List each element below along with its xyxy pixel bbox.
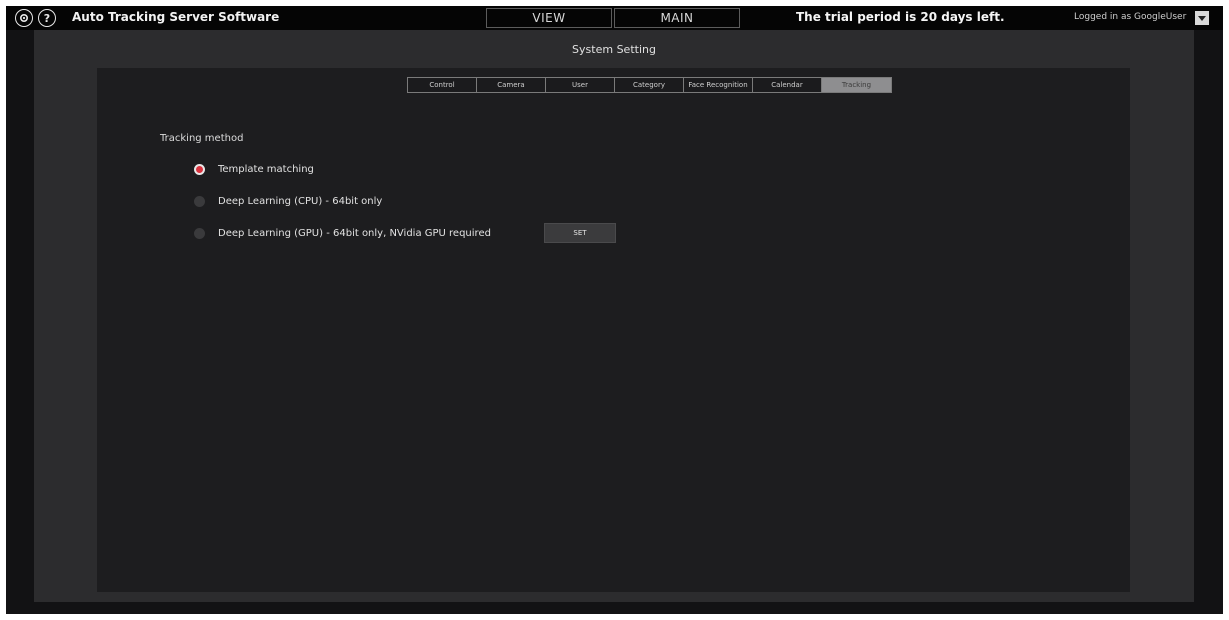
trial-notice: The trial period is 20 days left. bbox=[796, 10, 1005, 24]
user-menu-dropdown[interactable] bbox=[1195, 11, 1209, 25]
page-title: System Setting bbox=[572, 43, 656, 56]
tab-calendar[interactable]: Calendar bbox=[753, 78, 822, 92]
help-glyph: ? bbox=[43, 11, 51, 25]
tab-user[interactable]: User bbox=[546, 78, 615, 92]
chevron-down-icon bbox=[1198, 15, 1206, 21]
tracking-method-label: Tracking method bbox=[160, 133, 244, 144]
set-button[interactable]: SET bbox=[544, 223, 616, 243]
tab-tracking[interactable]: Tracking bbox=[822, 78, 891, 92]
radio-label: Deep Learning (CPU) - 64bit only bbox=[218, 195, 383, 207]
tab-category[interactable]: Category bbox=[615, 78, 684, 92]
gear-icon[interactable] bbox=[15, 9, 33, 27]
radio-label: Deep Learning (GPU) - 64bit only, NVidia… bbox=[218, 227, 491, 239]
radio-deep-learning-cpu[interactable]: Deep Learning (CPU) - 64bit only bbox=[194, 194, 382, 208]
radio-button[interactable] bbox=[194, 195, 205, 207]
tab-main[interactable]: MAIN bbox=[614, 8, 740, 28]
help-icon[interactable]: ? bbox=[38, 9, 56, 27]
settings-panel: Control Camera User Category Face Recogn… bbox=[97, 68, 1130, 592]
radio-button-checked[interactable] bbox=[194, 163, 205, 175]
top-bar: ? Auto Tracking Server Software VIEW MAI… bbox=[6, 6, 1223, 30]
tab-view[interactable]: VIEW bbox=[486, 8, 612, 28]
tab-face-recognition[interactable]: Face Recognition bbox=[684, 78, 753, 92]
radio-button[interactable] bbox=[194, 227, 205, 239]
radio-deep-learning-gpu[interactable]: Deep Learning (GPU) - 64bit only, NVidia… bbox=[194, 226, 491, 240]
content-frame: System Setting Control Camera User Categ… bbox=[34, 30, 1194, 602]
radio-label: Template matching bbox=[218, 163, 314, 175]
settings-tab-bar: Control Camera User Category Face Recogn… bbox=[407, 77, 892, 93]
login-status: Logged in as GoogleUser bbox=[1074, 12, 1187, 22]
app-window: ? Auto Tracking Server Software VIEW MAI… bbox=[6, 6, 1223, 614]
radio-template-matching[interactable]: Template matching bbox=[194, 162, 314, 176]
app-title: Auto Tracking Server Software bbox=[72, 10, 280, 24]
tab-control[interactable]: Control bbox=[408, 78, 477, 92]
tab-camera[interactable]: Camera bbox=[477, 78, 546, 92]
